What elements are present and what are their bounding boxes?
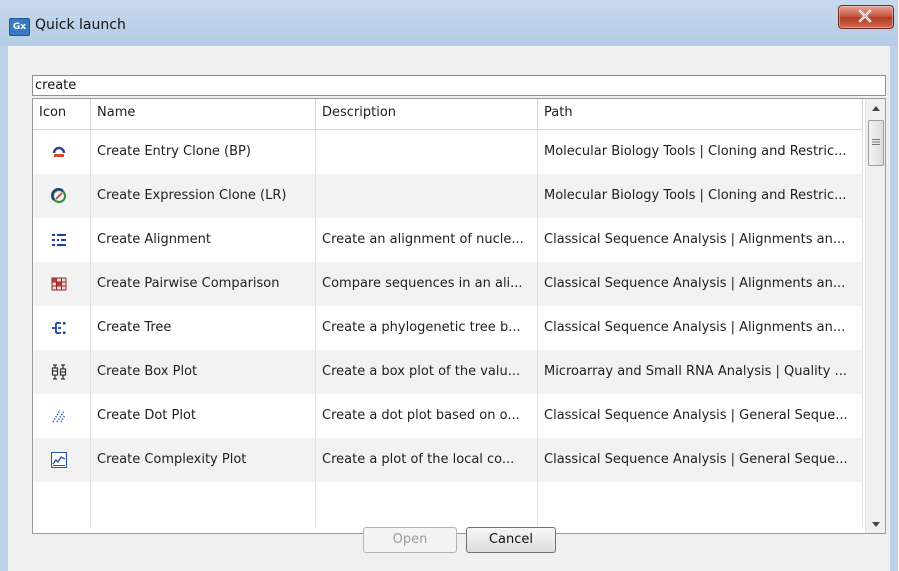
close-button[interactable] — [838, 5, 894, 29]
quick-launch-window: Gx Quick launch Icon Name Description Pa… — [0, 0, 898, 571]
table-row[interactable]: Create Complexity Plot Create a plot of … — [33, 438, 863, 482]
row-name: Create Pairwise Comparison — [91, 262, 316, 306]
row-description: Create a dot plot based on o... — [316, 394, 538, 438]
table-row[interactable]: Create Expression Clone (LR) Molecular B… — [33, 174, 863, 218]
row-path: Molecular Biology Tools | Cloning and Re… — [538, 130, 863, 174]
row-path: Microarray and Small RNA Analysis | Qual… — [538, 350, 863, 394]
dot-plot-icon — [52, 409, 66, 423]
row-description: Create a plot of the local co... — [316, 438, 538, 482]
arrow-down-icon — [872, 522, 880, 527]
table-row[interactable]: Create Tree Create a phylogenetic tree b… — [33, 306, 863, 350]
row-path: Classical Sequence Analysis | Alignments… — [538, 306, 863, 350]
row-name: Create Tree — [91, 306, 316, 350]
expression-clone-icon — [51, 188, 66, 203]
row-name: Create Alignment — [91, 218, 316, 262]
scroll-thumb[interactable] — [868, 120, 884, 166]
table-row[interactable]: Create Entry Clone (BP) Molecular Biolog… — [33, 130, 863, 174]
grip-icon — [872, 139, 880, 145]
close-icon — [858, 9, 872, 23]
row-description — [316, 174, 538, 218]
tree-icon — [52, 322, 66, 334]
row-path: Classical Sequence Analysis | General Se… — [538, 394, 863, 438]
row-name: Create Entry Clone (BP) — [91, 130, 316, 174]
row-description: Create a phylogenetic tree b... — [316, 306, 538, 350]
scroll-up-button[interactable] — [866, 99, 885, 117]
row-description: Create a box plot of the valu... — [316, 350, 538, 394]
table-row[interactable]: Create Dot Plot Create a dot plot based … — [33, 394, 863, 438]
table-body: Create Entry Clone (BP) Molecular Biolog… — [33, 130, 863, 526]
row-name: Create Expression Clone (LR) — [91, 174, 316, 218]
scroll-down-button[interactable] — [866, 515, 885, 533]
row-description: Compare sequences in an ali... — [316, 262, 538, 306]
row-path: Classical Sequence Analysis | Alignments… — [538, 218, 863, 262]
row-description — [316, 130, 538, 174]
column-header-icon[interactable]: Icon — [33, 99, 91, 129]
table-row[interactable]: Create Box Plot Create a box plot of the… — [33, 350, 863, 394]
column-header-description[interactable]: Description — [316, 99, 538, 129]
row-name: Create Dot Plot — [91, 394, 316, 438]
results-table: Icon Name Description Path Create Entry … — [32, 98, 886, 534]
complexity-plot-icon — [51, 452, 67, 468]
box-plot-icon — [51, 364, 67, 380]
search-input[interactable] — [32, 75, 886, 96]
table-row[interactable]: Create Alignment Create an alignment of … — [33, 218, 863, 262]
window-title: Quick launch — [35, 17, 126, 33]
row-path: Classical Sequence Analysis | Alignments… — [538, 262, 863, 306]
pairwise-comparison-icon — [51, 277, 67, 291]
alignment-icon — [52, 234, 66, 246]
row-path: Classical Sequence Analysis | General Se… — [538, 438, 863, 482]
cancel-button[interactable]: Cancel — [466, 527, 556, 553]
dialog-body: Icon Name Description Path Create Entry … — [8, 46, 890, 571]
row-path: Molecular Biology Tools | Cloning and Re… — [538, 174, 863, 218]
app-logo-icon: Gx — [9, 18, 30, 36]
table-row-partial[interactable] — [33, 482, 863, 526]
row-name: Create Box Plot — [91, 350, 316, 394]
table-row[interactable]: Create Pairwise Comparison Compare seque… — [33, 262, 863, 306]
row-name: Create Complexity Plot — [91, 438, 316, 482]
entry-clone-icon — [52, 146, 66, 157]
column-header-name[interactable]: Name — [91, 99, 316, 129]
table-header: Icon Name Description Path — [33, 99, 863, 130]
vertical-scrollbar[interactable] — [865, 99, 885, 533]
row-description: Create an alignment of nucle... — [316, 218, 538, 262]
open-button[interactable]: Open — [363, 527, 457, 553]
arrow-up-icon — [872, 106, 880, 111]
title-bar[interactable]: Gx Quick launch — [0, 0, 898, 46]
column-header-path[interactable]: Path — [538, 99, 863, 129]
